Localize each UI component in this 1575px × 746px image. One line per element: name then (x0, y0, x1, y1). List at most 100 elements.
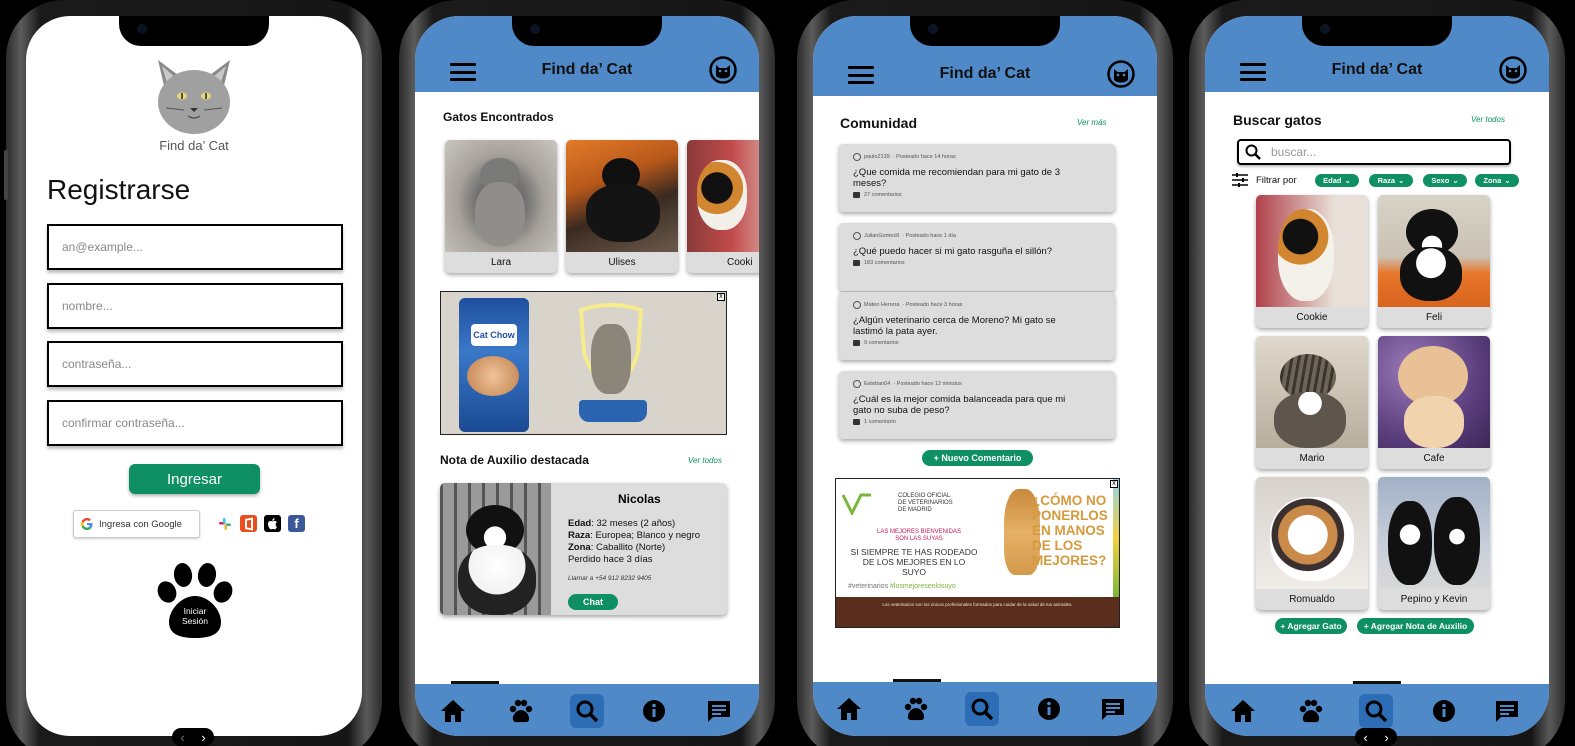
home-icon[interactable] (436, 694, 470, 728)
post-question: ¿Algún veterinario cerca de Moreno? Mi g… (853, 315, 1056, 337)
google-label: Ingresa con Google (99, 518, 182, 530)
pager-prev[interactable]: ‹ (180, 730, 184, 745)
info-icon[interactable] (1032, 692, 1066, 726)
search-screen: Find da’ Cat Buscar gatos Ver todos busc… (1205, 16, 1549, 736)
filter-chip-edad[interactable]: Edad ⌄ (1315, 174, 1359, 187)
search-nav-icon[interactable] (570, 694, 604, 728)
aid-ver-todos-link[interactable]: Ver todos (688, 456, 722, 465)
search-input[interactable]: buscar... (1237, 139, 1511, 165)
chat-button[interactable]: Chat (568, 594, 618, 610)
chat-nav-icon[interactable] (1490, 694, 1524, 728)
new-comment-button[interactable]: + Nuevo Comentario (922, 450, 1033, 466)
paw-nav-icon[interactable] (1294, 694, 1328, 728)
chat-nav-icon[interactable] (702, 694, 736, 728)
add-cat-button[interactable]: + Agregar Gato (1275, 618, 1347, 634)
filter-chip-raza[interactable]: Raza ⌄ (1369, 174, 1413, 187)
post-card[interactable]: paulo2139 · Posteado hace 14 horas ¿Que c… (839, 144, 1115, 212)
post-question: ¿Qué puedo hacer si mi gato rasguña el s… (853, 246, 1053, 257)
name-field[interactable]: nombre... (47, 283, 343, 329)
search-icon (1245, 144, 1261, 160)
search-nav-icon[interactable] (1359, 694, 1393, 728)
facebook-icon[interactable]: f (288, 515, 305, 532)
home-icon[interactable] (832, 692, 866, 726)
aid-note-card[interactable]: Nicolas Edad: 32 meses (2 años) Raza: Eu… (440, 483, 727, 615)
cat-card-feli[interactable]: Feli (1378, 195, 1490, 328)
post-question: ¿Que comida me recomiendan para mi gato … (853, 167, 1060, 189)
pager[interactable]: ‹ › (172, 728, 214, 746)
cat-avatar-icon[interactable] (1499, 56, 1527, 84)
pager-next[interactable]: › (1384, 730, 1388, 745)
slack-icon[interactable] (216, 515, 233, 532)
search-ver-todos-link[interactable]: Ver todos (1471, 115, 1505, 124)
search-nav-icon[interactable] (965, 692, 999, 726)
name-placeholder: nombre... (62, 299, 113, 313)
password-placeholder: contraseña... (62, 357, 132, 371)
confirm-password-field[interactable]: confirmar contraseña... (47, 400, 343, 446)
cat-card-mario[interactable]: Mario (1256, 336, 1368, 469)
cat-card-cookie[interactable]: Cookie (1256, 195, 1368, 328)
post-card[interactable]: Mateo Herrera · Posteado hace 3 horas ¿Al… (839, 292, 1115, 360)
community-screen: Find da’ Cat Comunidad Ver más paulo2139… (813, 16, 1157, 736)
cat-name: Cookie (1296, 312, 1328, 323)
ad-brand-label: Cat Chow (471, 324, 517, 346)
notch (910, 16, 1060, 46)
cat-avatar-icon[interactable] (709, 56, 737, 84)
veterinarios-ad[interactable]: COLEGIO OFICIAL DE VETERINARIOS DE MADRID … (835, 478, 1120, 628)
paw-nav-icon[interactable] (899, 692, 933, 726)
cat-name: Cooki (727, 257, 753, 268)
cat-card-romualdo[interactable]: Romualdo (1256, 477, 1368, 610)
community-ver-mas-link[interactable]: Ver más (1077, 118, 1107, 127)
bottom-nav (415, 681, 759, 736)
add-aid-note-button[interactable]: + Agregar Nota de Auxilio (1357, 618, 1474, 634)
logo-label: Find da’ Cat (159, 138, 229, 153)
password-field[interactable]: contraseña... (47, 341, 343, 387)
pager-next[interactable]: › (201, 730, 205, 745)
cat-name: Mario (1299, 453, 1325, 464)
chat-nav-icon[interactable] (1096, 692, 1130, 726)
ad-close-icon[interactable]: x (717, 293, 725, 301)
cat-avatar-icon[interactable] (1107, 60, 1135, 88)
cat-card-cookie[interactable]: Cooki (687, 140, 759, 273)
cat-photo (1256, 477, 1368, 589)
login-paw-button[interactable]: Iniciar Sesión (150, 562, 240, 640)
post-card[interactable]: Esteban04 · Posteado hace 12 minutos ¿Cuá… (839, 371, 1115, 439)
cat-photo (687, 140, 759, 252)
found-cats-title: Gatos Encontrados (443, 110, 554, 124)
info-icon[interactable] (1427, 694, 1461, 728)
pager-prev[interactable]: ‹ (1363, 730, 1367, 745)
ad-close-icon[interactable]: x (1110, 480, 1118, 488)
cat-photo (445, 140, 557, 252)
chevron-down-icon: ⌄ (1398, 176, 1405, 185)
search-title: Buscar gatos (1233, 112, 1322, 128)
page-title: Registrarse (47, 174, 191, 205)
aid-note-title: Nota de Auxilio destacada (440, 453, 589, 467)
notch (1302, 16, 1452, 46)
home-icon[interactable] (1226, 694, 1260, 728)
paw-nav-icon[interactable] (504, 694, 538, 728)
chevron-down-icon: ⌄ (1344, 176, 1351, 185)
post-question: ¿Cuál es la mejor comida balanceada para… (853, 394, 1066, 416)
pager[interactable]: ‹ › (1355, 728, 1397, 746)
vet-logo-icon (842, 493, 871, 515)
cat-card-ulises[interactable]: Ulises (566, 140, 678, 273)
office-icon[interactable] (240, 515, 257, 532)
ad-copy: SI SIEMPRE TE HAS RODEADO DE LOS MEJORES … (850, 547, 978, 577)
google-login-button[interactable]: Ingresa con Google (73, 510, 200, 538)
filter-label: Filtrar por (1256, 175, 1297, 186)
google-icon (81, 518, 93, 530)
user-icon (853, 380, 861, 388)
cat-card-cafe[interactable]: Cafe (1378, 336, 1490, 469)
login-label: Iniciar Sesión (182, 606, 208, 626)
cat-chow-ad[interactable]: Cat Chow x (440, 291, 727, 435)
filter-icon[interactable] (1232, 173, 1248, 187)
filter-chip-zona[interactable]: Zona ⌄ (1475, 174, 1519, 187)
phone-register: Find da’ Cat Registrarse an@example... n… (4, 0, 382, 746)
ingresar-button[interactable]: Ingresar (129, 464, 260, 494)
email-field[interactable]: an@example... (47, 224, 343, 270)
info-icon[interactable] (637, 694, 671, 728)
apple-icon[interactable] (264, 515, 281, 532)
filter-chip-sexo[interactable]: Sexo ⌄ (1423, 174, 1467, 187)
post-card[interactable]: JulianGomez8 · Posteado hace 1 día ¿Qué p… (839, 223, 1115, 291)
cat-card-pepino-kevin[interactable]: Pepino y Kevin (1378, 477, 1490, 610)
cat-card-lara[interactable]: Lara (445, 140, 557, 273)
